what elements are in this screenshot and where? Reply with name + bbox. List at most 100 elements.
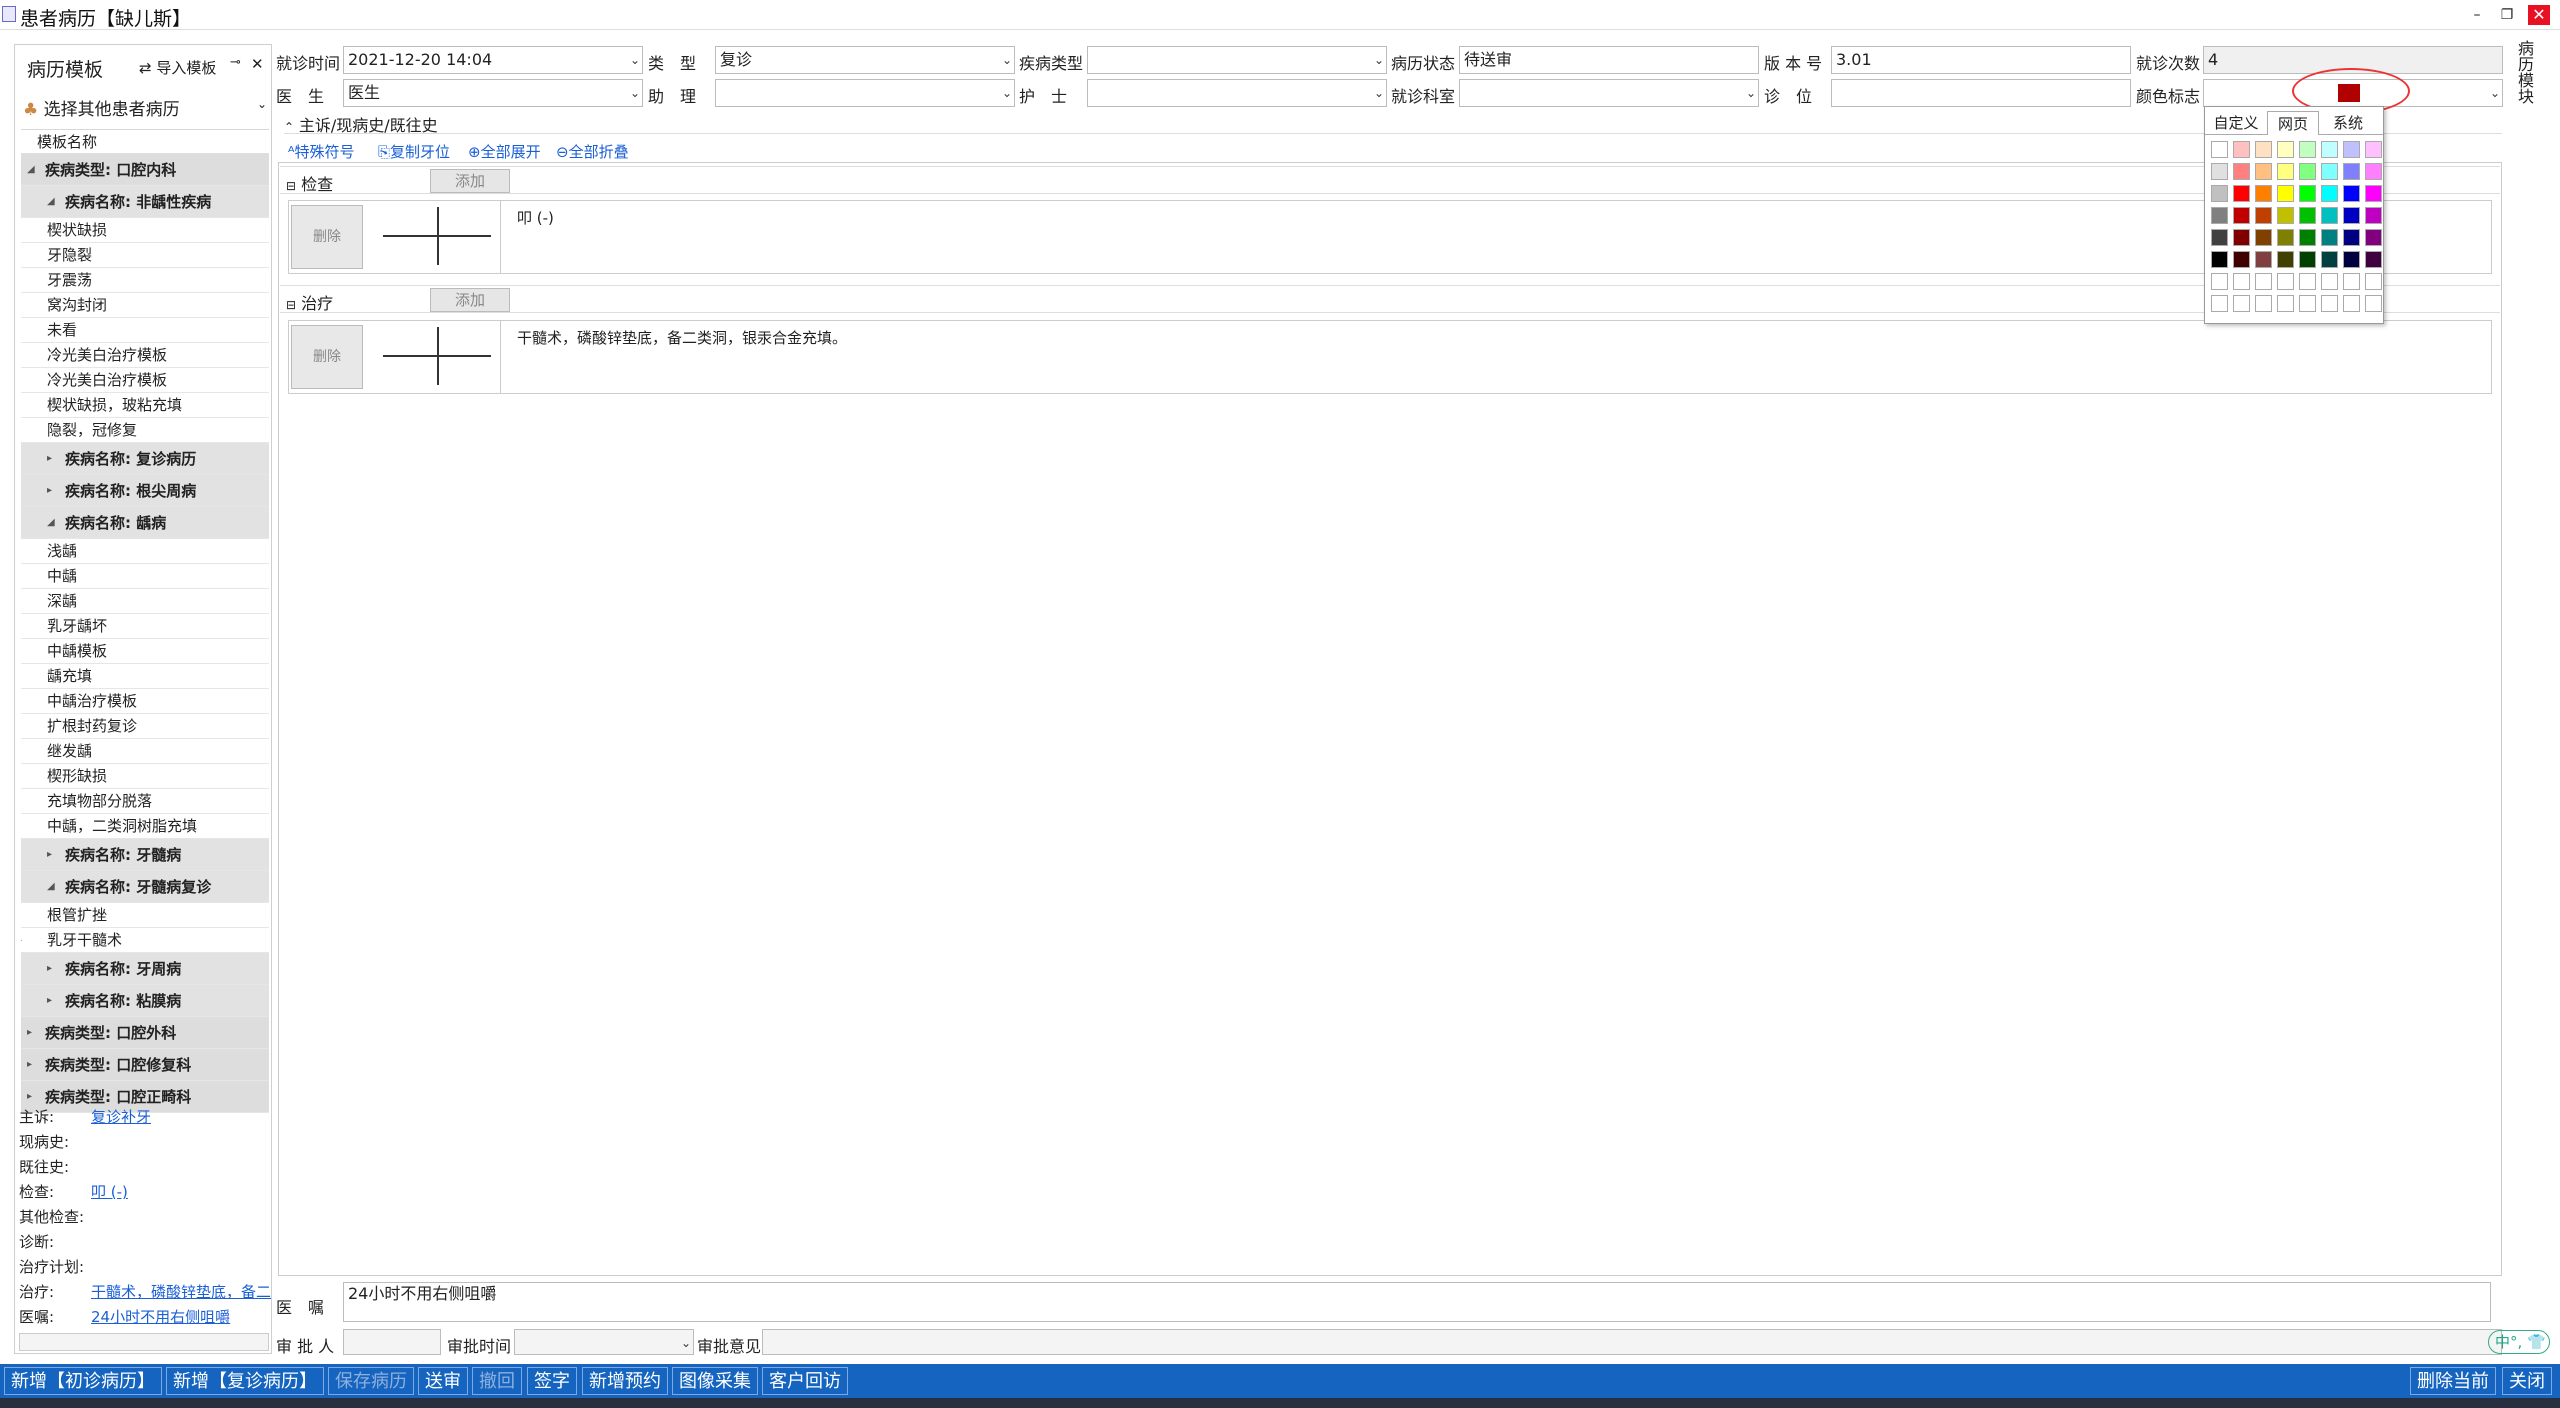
exam-text[interactable]: 叩 (-) (517, 207, 554, 228)
template-item[interactable]: 未看 (21, 318, 269, 343)
color-swatch[interactable] (2321, 251, 2338, 268)
save-record-button[interactable]: 保存病历 (328, 1367, 414, 1395)
color-swatch[interactable] (2233, 163, 2250, 180)
color-swatch[interactable] (2343, 163, 2360, 180)
template-item[interactable]: 窝沟封闭 (21, 293, 269, 318)
collapse-triangle-icon[interactable]: ◢ (47, 507, 55, 539)
color-swatch[interactable] (2299, 185, 2316, 202)
disease-type-select[interactable]: ⌄ (1087, 46, 1387, 74)
delete-exam-button[interactable]: 删除 (291, 205, 363, 269)
collapse-triangle-icon[interactable]: ◢ (47, 871, 55, 903)
tab-system[interactable]: 系统 (2321, 111, 2375, 135)
color-swatch[interactable] (2299, 273, 2316, 290)
template-item[interactable]: 根管扩挫 (21, 903, 269, 928)
color-swatch[interactable] (2233, 229, 2250, 246)
dept-select[interactable]: ⌄ (1459, 79, 1759, 107)
treatment-section-header[interactable]: ⊟ 治疗 添加 (280, 285, 2500, 313)
color-swatch[interactable] (2321, 163, 2338, 180)
color-swatch[interactable] (2211, 185, 2228, 202)
tab-web[interactable]: 网页 (2267, 111, 2319, 135)
pin-icon[interactable]: ⊸ (230, 55, 241, 70)
template-item[interactable]: 楔形缺损 (21, 764, 269, 789)
copy-tooth-position-button[interactable]: ⎘复制牙位 (378, 141, 450, 162)
color-swatch[interactable] (2211, 141, 2228, 158)
summary-value-link[interactable]: 叩 (-) (91, 1180, 271, 1205)
color-swatch[interactable] (2255, 207, 2272, 224)
color-swatch[interactable] (2299, 251, 2316, 268)
color-swatch[interactable] (2299, 207, 2316, 224)
doctor-select[interactable]: 医生 ⌄ (343, 79, 643, 107)
chevron-down-icon[interactable]: ⌄ (1002, 47, 1012, 73)
add-exam-button[interactable]: 添加 (430, 169, 510, 193)
color-swatch[interactable] (2211, 163, 2228, 180)
horizontal-scrollbar[interactable] (19, 1333, 269, 1351)
template-item[interactable]: 深龋 (21, 589, 269, 614)
color-swatch[interactable] (2299, 141, 2316, 158)
expand-triangle-icon[interactable]: ▸ (47, 443, 52, 475)
template-item[interactable]: ▸乳牙干髓术 (21, 928, 269, 953)
template-item[interactable]: 扩根封药复诊 (21, 714, 269, 739)
color-swatch[interactable] (2321, 229, 2338, 246)
summary-value-link[interactable]: 24小时不用右侧咀嚼 (91, 1305, 271, 1330)
color-swatch[interactable] (2211, 229, 2228, 246)
color-swatch[interactable] (2211, 273, 2228, 290)
color-swatch[interactable] (2365, 273, 2382, 290)
special-symbols-button[interactable]: ᴬ特殊符号 (288, 141, 354, 162)
template-item[interactable]: 楔状缺损 (21, 218, 269, 243)
color-swatch[interactable] (2211, 207, 2228, 224)
expand-triangle-icon[interactable]: ▸ (27, 1049, 32, 1081)
color-swatch[interactable] (2277, 273, 2294, 290)
tab-custom[interactable]: 自定义 (2207, 111, 2265, 135)
chevron-down-icon[interactable]: ⌄ (630, 80, 640, 106)
expand-triangle-icon[interactable]: ▸ (47, 985, 52, 1017)
record-status-field[interactable]: 待送审 (1459, 46, 1759, 74)
approve-opinion-field[interactable] (762, 1329, 2502, 1355)
collapse-triangle-icon[interactable]: ◢ (27, 154, 35, 186)
record-module-tab[interactable]: 病历模块 (2506, 40, 2536, 120)
template-group[interactable]: ▸ 疾病类型: 口腔外科 (21, 1017, 269, 1049)
template-group[interactable]: ◢ 疾病名称: 非龋性疾病 (21, 186, 269, 218)
chair-field[interactable] (1831, 79, 2131, 107)
exam-section-header[interactable]: ⊟ 检查 添加 (280, 166, 2500, 194)
template-item[interactable]: 中龋模板 (21, 639, 269, 664)
collapse-triangle-icon[interactable]: ◢ (47, 186, 55, 218)
submit-review-button[interactable]: 送审 (418, 1367, 468, 1395)
template-group[interactable]: ◢ 疾病类型: 口腔内科 (21, 154, 269, 186)
color-swatch[interactable] (2343, 295, 2360, 312)
delete-current-button[interactable]: 删除当前 (2410, 1367, 2496, 1395)
color-swatch[interactable] (2233, 141, 2250, 158)
tooth-position-grid[interactable] (367, 201, 501, 273)
color-swatch[interactable] (2277, 185, 2294, 202)
select-other-record-dropdown[interactable]: ♣ 选择其他患者病历 ⌄ (23, 95, 267, 120)
color-swatch[interactable] (2255, 163, 2272, 180)
summary-value-link[interactable]: 干髓术，磷酸锌垫底，备二类洞，银汞合金充填。 (91, 1280, 271, 1305)
delete-treatment-button[interactable]: 删除 (291, 325, 363, 389)
color-swatch[interactable] (2321, 207, 2338, 224)
chevron-down-icon[interactable]: ⌄ (1374, 80, 1384, 106)
color-swatch[interactable] (2365, 251, 2382, 268)
chevron-down-icon[interactable]: ⌄ (1374, 47, 1384, 73)
new-appointment-button[interactable]: 新增预约 (582, 1367, 668, 1395)
color-swatch[interactable] (2233, 185, 2250, 202)
color-swatch[interactable] (2255, 141, 2272, 158)
color-swatch[interactable] (2211, 295, 2228, 312)
template-item[interactable]: 楔状缺损，玻粘充填 (21, 393, 269, 418)
template-group[interactable]: ▸ 疾病名称: 复诊病历 (21, 443, 269, 475)
restore-button[interactable]: ❐ (2496, 5, 2518, 25)
sign-button[interactable]: 签字 (527, 1367, 577, 1395)
customer-followup-button[interactable]: 客户回访 (762, 1367, 848, 1395)
template-item[interactable]: 乳牙龋坏 (21, 614, 269, 639)
expand-triangle-icon[interactable]: ▸ (27, 1017, 32, 1049)
color-swatch[interactable] (2255, 251, 2272, 268)
minimize-button[interactable]: – (2466, 5, 2488, 25)
approve-time-field[interactable]: ⌄ (514, 1329, 694, 1355)
template-item[interactable]: 隐裂，冠修复 (21, 418, 269, 443)
color-swatch[interactable] (2277, 295, 2294, 312)
chevron-down-icon[interactable]: ⌄ (1746, 80, 1756, 106)
color-swatch[interactable] (2343, 185, 2360, 202)
color-swatch[interactable] (2343, 251, 2360, 268)
template-item[interactable]: 冷光美白治疗模板 (21, 343, 269, 368)
color-swatch[interactable] (2233, 251, 2250, 268)
chevron-down-icon[interactable]: ⌄ (681, 1330, 691, 1354)
chevron-down-icon[interactable]: ⌄ (1002, 80, 1012, 106)
